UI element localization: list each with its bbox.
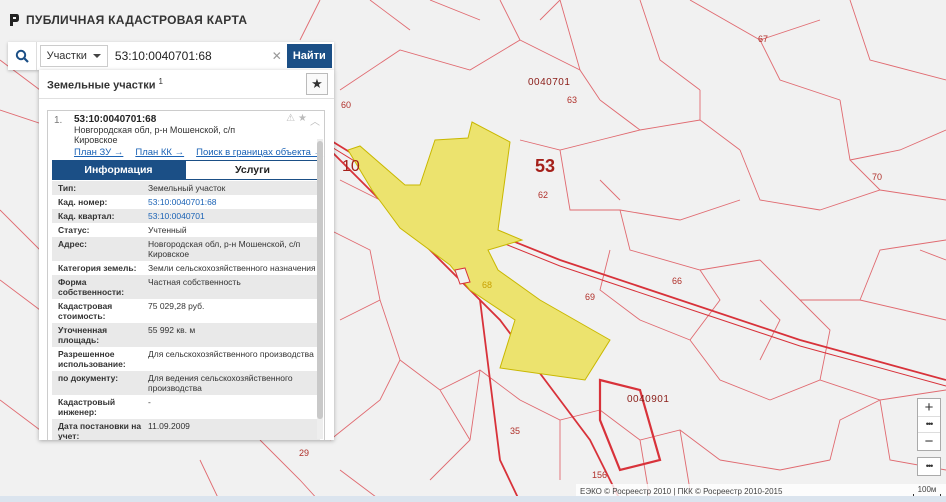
plan-kk-link[interactable]: План КК → (135, 147, 184, 158)
row-value: Для ведения сельскохозяйственного произв… (148, 373, 293, 393)
panel-title-text: Земельные участки (47, 79, 156, 92)
row-value: Земельный участок (148, 183, 226, 193)
table-row: Форма собственности: Частная собственност… (52, 275, 320, 299)
table-row: Дата постановки на учет: 11.09.2009 (52, 419, 320, 440)
logo-icon (10, 14, 19, 26)
row-key: Адрес: (58, 239, 87, 249)
search-icon (15, 49, 29, 63)
map-label: 66 (672, 276, 683, 286)
clear-icon[interactable]: ✕ (269, 42, 285, 70)
result-card: 1. 53:10:0040701:68 Новгородская обл, р-… (47, 110, 325, 440)
table-row: Кад. номер: 53:10:0040701:68 (52, 195, 320, 209)
table-row: Статус: Учтенный (52, 223, 320, 237)
map-label: 60 (341, 100, 352, 110)
map-label: 67 (758, 34, 769, 44)
table-row: Тип: Земельный участок (52, 181, 320, 195)
result-count: 1 (158, 76, 163, 86)
row-value: 75 029,28 руб. (148, 301, 205, 311)
result-address: Новгородская обл, р-н Мошенской, с/п Кир… (74, 125, 236, 145)
table-row: по документу: Для ведения сельскохозяйств… (52, 371, 320, 395)
map-label: 29 (299, 448, 310, 458)
row-key: Форма собственности: (58, 277, 125, 297)
search-type-select[interactable]: Участки (39, 45, 108, 67)
row-key: Разрешенное использование: (58, 349, 126, 369)
star-icon[interactable]: ★ (298, 113, 307, 128)
plan-zu-link[interactable]: План ЗУ → (74, 147, 123, 158)
table-row: Адрес: Новгородская обл, р-н Мошенской, с… (52, 237, 320, 261)
scale-label: 100м (917, 484, 937, 494)
map-label: 53 (535, 156, 556, 176)
row-key: Тип: (58, 183, 77, 193)
row-value: Учтенный (148, 225, 187, 235)
favorite-star-button[interactable]: ★ (306, 73, 328, 95)
map-label: 0040901 (627, 394, 670, 405)
warning-icon[interactable]: ⚠ (286, 113, 295, 128)
row-key: Категория земель: (58, 263, 137, 273)
map-label: 10 (342, 158, 360, 175)
find-button[interactable]: Найти (286, 44, 332, 68)
zoom-slider-icon[interactable]: ••• (918, 416, 940, 433)
attribution-text: ЕЭКО © Росреестр 2010 | ПКК © Росреестр … (580, 486, 783, 496)
row-key: Кад. номер: (58, 197, 108, 207)
row-value: - (148, 397, 151, 407)
map-label: 63 (567, 95, 578, 105)
app-header: ПУБЛИЧНАЯ КАДАСТРОВАЯ КАРТА (8, 12, 247, 28)
more-icon: ••• (925, 461, 933, 471)
row-key: по документу: (58, 373, 119, 383)
zoom-in-button[interactable]: + (918, 399, 940, 416)
search-bar: Участки ✕ Найти (8, 42, 334, 70)
table-row: Кадастровый инженер: - (52, 395, 320, 419)
row-key: Уточненная площадь: (58, 325, 108, 345)
zoom-controls: + ••• − (917, 398, 941, 451)
panel-scrollbar[interactable] (317, 139, 323, 439)
map-label: 35 (510, 426, 521, 436)
search-type-label: Участки (46, 50, 87, 62)
table-row: Разрешенное использование: Для сельскохоз… (52, 347, 320, 371)
row-value: Для сельскохозяйственного производства (148, 349, 314, 359)
search-toggle-button[interactable] (8, 42, 37, 70)
results-panel: Земельные участки 1 ★ 1. 53:10:0040701:6… (39, 70, 334, 440)
tab-services[interactable]: Услуги (185, 160, 320, 180)
row-key: Дата постановки на учет: (58, 421, 142, 440)
row-value: Частная собственность (148, 277, 241, 287)
search-input[interactable] (110, 42, 269, 70)
star-icon: ★ (311, 76, 323, 91)
cadastral-number: 53:10:0040701:68 (74, 114, 157, 125)
row-value[interactable]: 53:10:0040701 (148, 211, 317, 221)
row-key: Кадастровая стоимость: (58, 301, 113, 321)
map-label: 69 (585, 292, 596, 302)
row-key: Статус: (58, 225, 90, 235)
zoom-out-button[interactable]: − (918, 433, 940, 450)
row-value: Новгородская обл, р-н Мошенской, с/п Кир… (148, 239, 301, 259)
map-label: 70 (872, 172, 883, 182)
table-row: Кадастровая стоимость: 75 029,28 руб. (52, 299, 320, 323)
collapse-icon[interactable]: ︿ (310, 113, 320, 128)
info-table: Тип: Земельный участок Кад. номер: 53:10:0… (52, 181, 320, 440)
more-tools-button[interactable]: ••• (917, 457, 941, 476)
tab-information[interactable]: Информация (52, 160, 185, 180)
table-row: Категория земель: Земли сельскохозяйствен… (52, 261, 320, 275)
result-index: 1. (54, 115, 63, 126)
map-label: 68 (482, 280, 493, 290)
table-row: Уточненная площадь: 55 992 кв. м (52, 323, 320, 347)
row-value[interactable]: 53:10:0040701:68 (148, 197, 317, 207)
scrollbar-thumb[interactable] (317, 141, 323, 419)
table-row: Кад. квартал: 53:10:0040701 (52, 209, 320, 223)
search-in-bounds-link[interactable]: Поиск в границах объекта → (196, 147, 323, 158)
panel-title: Земельные участки 1 (47, 77, 163, 92)
row-key: Кадастровый инженер: (58, 397, 116, 417)
map-label: 0040701 (528, 77, 571, 88)
app-title: ПУБЛИЧНАЯ КАДАСТРОВАЯ КАРТА (26, 13, 248, 27)
os-taskbar (0, 496, 946, 502)
row-value: 11.09.2009 (148, 421, 190, 431)
row-key: Кад. квартал: (58, 211, 115, 221)
chevron-down-icon (92, 54, 101, 58)
row-value: 55 992 кв. м (148, 325, 196, 335)
row-value: Земли сельскохозяйственного назначения (148, 263, 316, 273)
map-label: 156 (592, 470, 608, 480)
map-label: 62 (538, 190, 549, 200)
